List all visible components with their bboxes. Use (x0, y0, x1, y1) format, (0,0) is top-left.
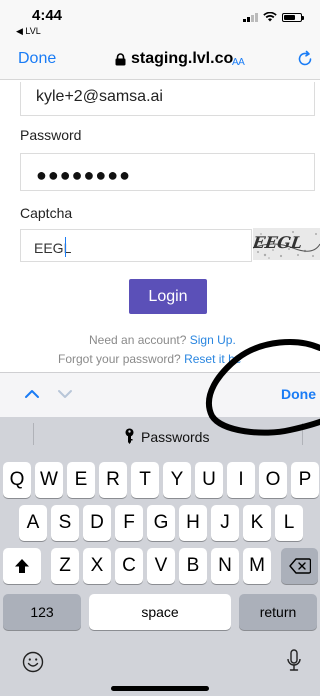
password-value: ●●●●●●●● (36, 165, 131, 185)
key-a[interactable]: A (19, 505, 47, 541)
forgot-line: Forgot your password? Reset it he (58, 352, 241, 366)
text-size-label: AA (232, 57, 245, 68)
numbers-key[interactable]: 123 (3, 594, 81, 630)
key-v[interactable]: V (147, 548, 175, 584)
key-e[interactable]: E (67, 462, 95, 498)
key-m[interactable]: M (243, 548, 271, 584)
emoji-icon[interactable] (22, 651, 44, 673)
key-l[interactable]: L (275, 505, 303, 541)
suggestion-divider (33, 423, 34, 445)
chevron-up-icon[interactable] (22, 384, 42, 404)
return-key[interactable]: return (239, 594, 317, 630)
key-t[interactable]: T (131, 462, 159, 498)
microphone-icon[interactable] (286, 649, 302, 673)
captcha-image: EEGL (253, 228, 320, 260)
reset-link[interactable]: Reset it he (184, 352, 241, 366)
text-size-button[interactable]: AA (232, 53, 245, 68)
signup-line: Need an account? Sign Up. (89, 333, 236, 347)
browser-done-button[interactable]: Done (18, 50, 56, 68)
delete-key[interactable] (281, 548, 318, 584)
password-label: Password (20, 127, 82, 143)
login-button[interactable]: Login (129, 279, 207, 314)
forgot-prompt: Forgot your password? (58, 352, 181, 366)
key-o[interactable]: O (259, 462, 287, 498)
shift-key[interactable] (3, 548, 41, 584)
signup-link[interactable]: Sign Up. (190, 333, 236, 347)
key-z[interactable]: Z (51, 548, 79, 584)
text-caret (65, 237, 66, 257)
key-u[interactable]: U (195, 462, 223, 498)
back-to-app-link[interactable]: ◀ LVL (16, 26, 41, 37)
passwords-suggestion[interactable]: Passwords (124, 428, 209, 445)
key-c[interactable]: C (115, 548, 143, 584)
key-g[interactable]: G (147, 505, 175, 541)
space-key[interactable]: space (89, 594, 231, 630)
chevron-down-icon[interactable] (55, 384, 75, 404)
key-w[interactable]: W (35, 462, 63, 498)
signup-prompt: Need an account? (89, 333, 187, 347)
key-q[interactable]: Q (3, 462, 31, 498)
key-p[interactable]: P (291, 462, 319, 498)
key-k[interactable]: K (243, 505, 271, 541)
key-i[interactable]: I (227, 462, 255, 498)
key-s[interactable]: S (51, 505, 79, 541)
home-indicator (111, 686, 209, 691)
key-n[interactable]: N (211, 548, 239, 584)
suggestion-divider (302, 423, 303, 445)
passwords-label: Passwords (141, 428, 210, 445)
url-text: staging.lvl.co (131, 50, 234, 67)
key-d[interactable]: D (83, 505, 111, 541)
key-b[interactable]: B (179, 548, 207, 584)
key-f[interactable]: F (115, 505, 143, 541)
email-value: kyle+2@samsa.ai (36, 88, 163, 105)
key-y[interactable]: Y (163, 462, 191, 498)
shift-arrow-icon (15, 559, 29, 573)
captcha-image-text: EEGL (253, 233, 304, 252)
key-r[interactable]: R (99, 462, 127, 498)
keyboard-accessory-bar (0, 372, 320, 417)
captcha-label: Captcha (20, 205, 73, 221)
wifi-icon (263, 12, 277, 22)
status-time: 4:44 (32, 7, 63, 24)
lock-icon (115, 52, 126, 65)
key-j[interactable]: J (211, 505, 239, 541)
key-x[interactable]: X (83, 548, 111, 584)
cellular-signal-icon (243, 12, 258, 22)
reload-icon[interactable] (296, 50, 314, 68)
status-icons (243, 11, 304, 23)
keyboard-done-button[interactable]: Done (281, 386, 316, 402)
backspace-icon (288, 558, 311, 574)
battery-icon (282, 12, 304, 22)
address-bar[interactable]: staging.lvl.co (115, 50, 233, 68)
key-h[interactable]: H (179, 505, 207, 541)
key-icon (125, 428, 134, 444)
